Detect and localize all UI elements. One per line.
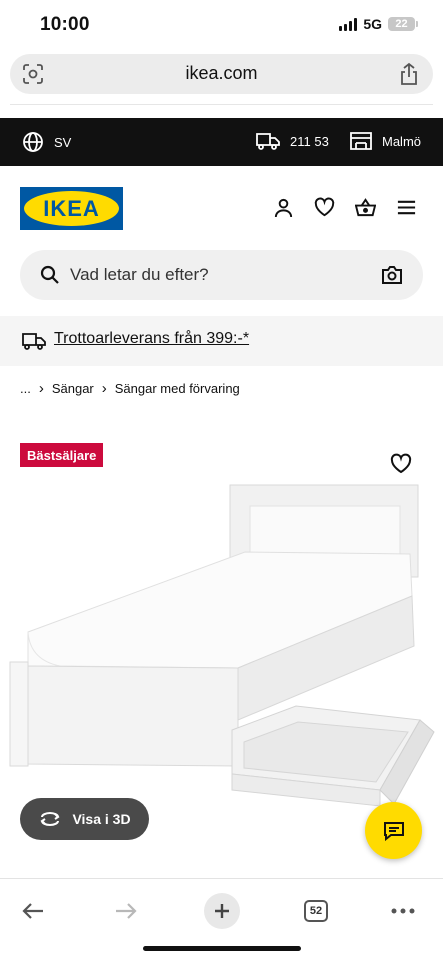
postal-code: 211 53: [290, 133, 329, 149]
chevron-right-icon: ›: [38, 380, 44, 397]
site-header: IKEA: [0, 166, 443, 250]
language-label: SV: [54, 134, 72, 150]
chevron-right-icon: ›: [101, 380, 107, 397]
more-button[interactable]: [381, 889, 425, 933]
url-text[interactable]: ikea.com: [10, 63, 433, 84]
home-indicator: [143, 946, 301, 951]
language-selector[interactable]: SV: [22, 131, 71, 153]
back-button[interactable]: [11, 889, 55, 933]
forward-arrow-icon: [116, 903, 137, 919]
camera-icon[interactable]: [381, 265, 403, 285]
more-icon: [391, 908, 415, 914]
chat-button[interactable]: [365, 802, 422, 859]
battery-icon: 22: [388, 17, 418, 31]
forward-button[interactable]: [104, 889, 148, 933]
store-icon: [350, 132, 372, 150]
breadcrumb-ellipsis[interactable]: ...: [20, 381, 31, 396]
view-3d-button[interactable]: Visa i 3D: [20, 798, 149, 840]
bestseller-badge: Bästsäljare: [20, 443, 104, 467]
view-3d-label: Visa i 3D: [72, 811, 131, 827]
store-name: Malmö: [382, 133, 422, 149]
search-icon: [40, 265, 59, 284]
delivery-link[interactable]: Trottoarleverans från 399:-*: [54, 330, 249, 348]
basket-icon[interactable]: [355, 197, 376, 218]
share-icon[interactable]: [399, 62, 419, 91]
signal-icon: [339, 17, 358, 31]
divider: [10, 104, 433, 105]
search-input[interactable]: Vad letar du efter?: [70, 265, 209, 285]
delivery-banner[interactable]: Trottoarleverans från 399:-*: [0, 316, 443, 366]
tab-count: 52: [304, 900, 328, 922]
top-utility-bar: SV 211 53 Malmö: [0, 118, 443, 166]
breadcrumb: ... › Sängar › Sängar med förvaring: [20, 380, 240, 397]
rotate-icon: [40, 812, 61, 826]
truck-icon: [256, 133, 280, 150]
ikea-logo[interactable]: IKEA: [20, 187, 123, 230]
store-selector[interactable]: Malmö: [350, 131, 421, 151]
heart-icon[interactable]: [314, 197, 335, 218]
logo-oval: IKEA: [24, 191, 119, 226]
header-icons: [273, 197, 417, 218]
status-time: 10:00: [40, 14, 90, 35]
heart-icon[interactable]: [390, 453, 412, 475]
truck-icon: [22, 333, 46, 350]
breadcrumb-item[interactable]: Sängar: [52, 381, 94, 396]
network-label: 5G: [363, 16, 382, 32]
menu-icon[interactable]: [396, 197, 417, 218]
status-bar: 10:00 5G 22: [0, 0, 443, 50]
status-indicators: 5G 22: [339, 16, 418, 32]
new-tab-button[interactable]: [200, 889, 244, 933]
chat-icon: [383, 821, 404, 841]
logo-text: IKEA: [43, 195, 100, 221]
postal-code-selector[interactable]: 211 53: [256, 131, 329, 151]
url-bar[interactable]: ikea.com: [10, 54, 433, 94]
tabs-button[interactable]: 52: [294, 889, 338, 933]
plus-icon: [204, 893, 240, 929]
user-icon[interactable]: [273, 197, 294, 218]
back-arrow-icon: [22, 903, 43, 919]
search-bar[interactable]: Vad letar du efter?: [20, 250, 423, 300]
breadcrumb-item[interactable]: Sängar med förvaring: [115, 381, 240, 396]
globe-icon: [23, 132, 43, 152]
